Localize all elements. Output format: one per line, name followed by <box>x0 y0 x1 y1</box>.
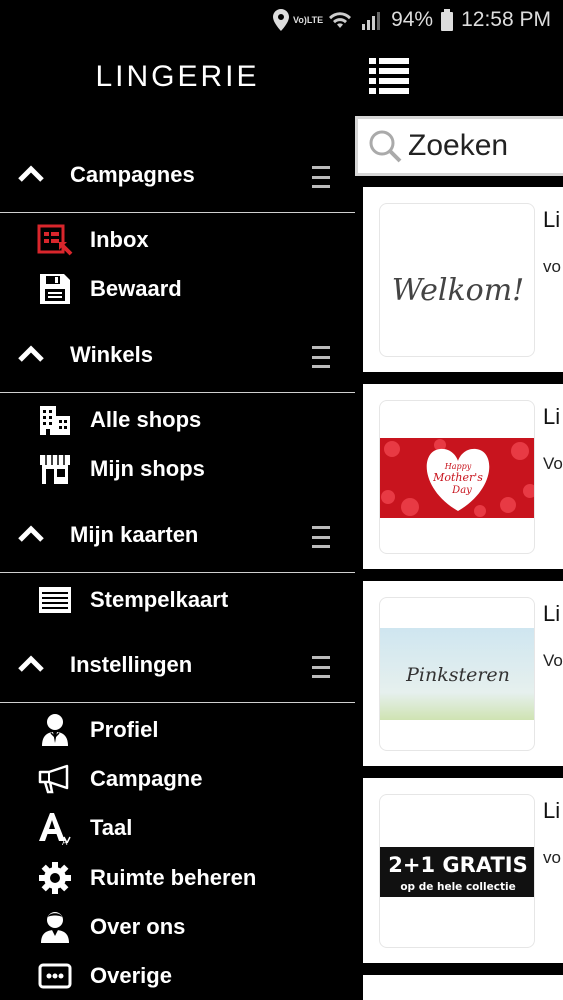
campaign-card[interactable] <box>363 975 563 1000</box>
signal-icon <box>361 10 383 30</box>
section-header-winkels[interactable]: Winkels <box>0 326 355 384</box>
drawer-item-taal[interactable]: A Taal <box>0 805 355 851</box>
campaign-card[interactable]: Happy Mother's Day Li Vo <box>363 384 563 569</box>
drawer-item-label: Ruimte beheren <box>90 865 257 890</box>
person-icon <box>36 909 74 945</box>
drawer-item-campagne[interactable]: Campagne <box>0 756 355 802</box>
card-title: Li <box>543 207 561 232</box>
campaign-thumbnail: 2+1 GRATIS op de hele collectie <box>379 794 535 948</box>
reorder-icon[interactable] <box>312 346 330 368</box>
thumbnail-text: Welkom! <box>392 273 524 308</box>
search-placeholder: Zoeken <box>408 129 509 162</box>
card-subtitle: vo <box>543 848 561 867</box>
status-bar: Vo) LTE 94% 12:58 PM <box>0 0 563 40</box>
card-title: Li <box>543 404 561 429</box>
storefront-icon <box>36 451 74 487</box>
section-title: Instellingen <box>70 652 193 677</box>
drawer-item-label: Overige <box>90 963 172 988</box>
search-icon <box>369 130 402 163</box>
thumbnail-text: Happy <box>444 462 472 471</box>
card-icon <box>36 582 74 618</box>
drawer-item-label: Inbox <box>90 227 149 252</box>
gear-icon <box>36 860 74 896</box>
chevron-up-icon <box>18 165 44 182</box>
divider <box>0 392 355 393</box>
save-icon <box>36 271 74 307</box>
chevron-up-icon <box>18 525 44 542</box>
drawer-item-label: Mijn shops <box>90 456 205 481</box>
thumbnail-text: Day <box>451 485 472 496</box>
drawer-item-label: Alle shops <box>90 407 202 432</box>
card-subtitle: Vo <box>543 651 563 670</box>
section-title: Campagnes <box>70 162 195 187</box>
clock: 12:58 PM <box>461 8 551 31</box>
section-header-mijn-kaarten[interactable]: Mijn kaarten <box>0 506 355 564</box>
drawer-item-label: Bewaard <box>90 276 182 301</box>
card-title: Li <box>543 798 561 823</box>
battery-percent: 94% <box>391 8 434 31</box>
drawer-item-mijn-shops[interactable]: Mijn shops <box>0 446 355 492</box>
more-icon <box>36 958 74 994</box>
drawer-item-over-ons[interactable]: Over ons <box>0 904 355 950</box>
volte-icon: Vo) LTE <box>292 14 324 25</box>
section-title: Mijn kaarten <box>70 522 199 547</box>
campaign-thumbnail: Pinksteren <box>379 597 535 751</box>
drawer-item-label: Profiel <box>90 717 159 742</box>
reorder-icon[interactable] <box>312 656 330 678</box>
divider <box>0 572 355 573</box>
drawer-item-ruimte-beheren[interactable]: Ruimte beheren <box>0 855 355 901</box>
campaign-card[interactable]: Welkom! Li vo <box>363 187 563 372</box>
buildings-icon <box>36 402 74 438</box>
drawer-item-label: Taal <box>90 815 133 840</box>
navigation-drawer: LINGERIE Campagnes Inbox Bewaard Winkels… <box>0 40 355 1000</box>
chevron-up-icon <box>18 345 44 362</box>
content-pane: Zoeken Welkom! Li vo Happy Mother's Day … <box>355 40 563 1000</box>
app-logo: LINGERIE <box>95 60 260 93</box>
section-header-instellingen[interactable]: Instellingen <box>0 636 355 694</box>
campaign-thumbnail: Welkom! <box>379 203 535 357</box>
chevron-up-icon <box>18 655 44 672</box>
language-icon: A <box>36 810 74 846</box>
wifi-icon <box>327 10 353 30</box>
thumbnail-text: op de hele collectie <box>400 881 515 893</box>
reorder-icon[interactable] <box>312 166 330 188</box>
drawer-item-profiel[interactable]: Profiel <box>0 707 355 753</box>
campaign-card[interactable]: 2+1 GRATIS op de hele collectie Li vo <box>363 778 563 963</box>
drawer-item-label: Stempelkaart <box>90 587 229 612</box>
megaphone-icon <box>36 761 74 797</box>
section-title: Winkels <box>70 342 153 367</box>
svg-text:A: A <box>62 838 68 845</box>
battery-icon <box>441 9 454 31</box>
inbox-icon <box>36 222 74 258</box>
card-title: Li <box>543 601 561 626</box>
campaign-card[interactable]: Pinksteren Li Vo <box>363 581 563 766</box>
location-icon <box>273 9 290 31</box>
card-subtitle: Vo <box>543 454 563 473</box>
search-input[interactable]: Zoeken <box>355 116 563 176</box>
divider <box>0 212 355 213</box>
campaign-thumbnail: Happy Mother's Day <box>379 400 535 554</box>
drawer-item-label: Campagne <box>90 766 203 791</box>
menu-icon[interactable] <box>369 56 409 96</box>
reorder-icon[interactable] <box>312 526 330 548</box>
drawer-item-overige[interactable]: Overige <box>0 953 355 999</box>
thumbnail-text: Mother's <box>432 471 483 484</box>
section-header-campagnes[interactable]: Campagnes <box>0 146 355 204</box>
divider <box>0 702 355 703</box>
thumbnail-text: 2+1 GRATIS <box>388 853 527 877</box>
drawer-item-alle-shops[interactable]: Alle shops <box>0 397 355 443</box>
drawer-item-stempelkaart[interactable]: Stempelkaart <box>0 577 355 623</box>
drawer-item-bewaard[interactable]: Bewaard <box>0 266 355 312</box>
drawer-item-label: Over ons <box>90 914 186 939</box>
profile-icon <box>36 712 74 748</box>
card-subtitle: vo <box>543 257 561 276</box>
drawer-item-inbox[interactable]: Inbox <box>0 217 355 263</box>
thumbnail-text: Pinksteren <box>405 664 510 686</box>
